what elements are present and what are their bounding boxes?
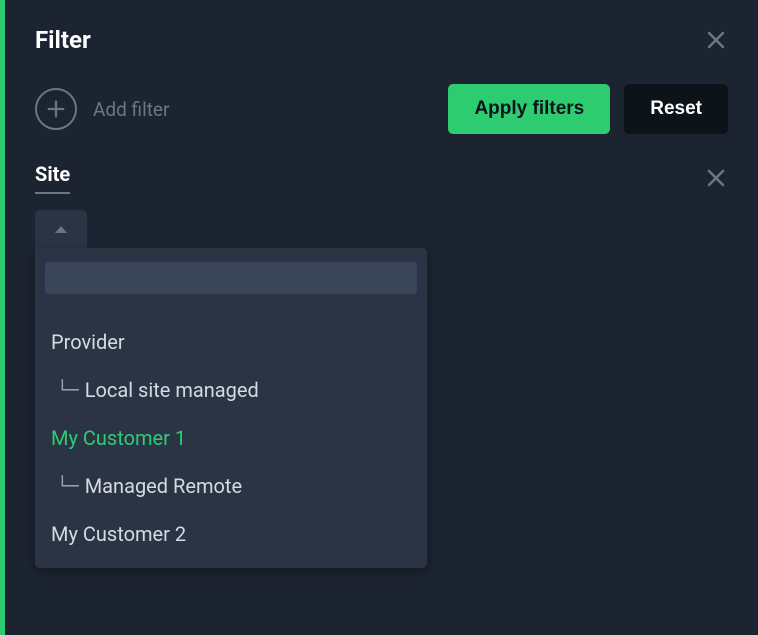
- tree-branch-icon: └─: [57, 476, 79, 497]
- reset-button[interactable]: Reset: [624, 84, 728, 134]
- close-icon[interactable]: [704, 28, 728, 52]
- page-title: Filter: [35, 26, 91, 54]
- add-filter-label: Add filter: [93, 98, 169, 121]
- tree-item-label: My Customer 1: [51, 426, 186, 450]
- dropdown-search-input[interactable]: [45, 262, 417, 294]
- tree-item[interactable]: └─ Managed Remote: [45, 462, 417, 510]
- chevron-up-icon: [55, 226, 67, 233]
- tree-item[interactable]: Provider: [45, 318, 417, 366]
- site-dropdown: Provider └─ Local site managed My Customer …: [35, 210, 728, 568]
- tree-list: Provider └─ Local site managed My Customer …: [45, 318, 417, 558]
- filter-header: Filter: [5, 0, 758, 72]
- tree-item[interactable]: My Customer 1: [45, 414, 417, 462]
- apply-filters-button[interactable]: Apply filters: [448, 84, 610, 134]
- tree-item-label: Local site managed: [85, 378, 259, 402]
- add-filter-button[interactable]: Add filter: [35, 88, 434, 130]
- filter-label-row: Site: [35, 162, 728, 194]
- tree-item-label: My Customer 2: [51, 522, 186, 546]
- dropdown-trigger[interactable]: [35, 210, 87, 248]
- tree-item[interactable]: My Customer 2: [45, 510, 417, 558]
- actions-row: Add filter Apply filters Reset: [5, 72, 758, 162]
- tree-item[interactable]: └─ Local site managed: [45, 366, 417, 414]
- filter-label: Site: [35, 162, 70, 194]
- filter-section: Site Provider └─ Local site managed My Cust…: [5, 162, 758, 568]
- tree-item-label: Managed Remote: [85, 474, 242, 498]
- plus-icon: [35, 88, 77, 130]
- remove-filter-icon[interactable]: [704, 166, 728, 190]
- tree-item-label: Provider: [51, 330, 125, 354]
- dropdown-panel: Provider └─ Local site managed My Customer …: [35, 248, 427, 568]
- tree-branch-icon: └─: [57, 380, 79, 401]
